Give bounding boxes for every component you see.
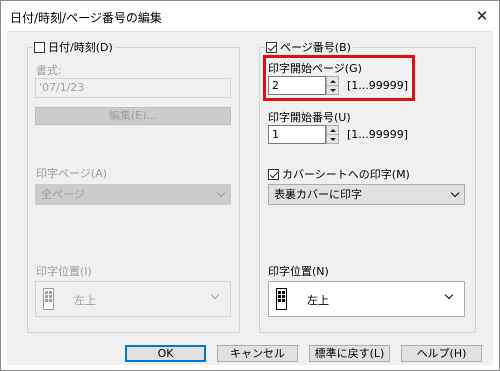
page-position-select[interactable]: 左上 — [268, 281, 465, 317]
ok-button[interactable]: OK — [125, 345, 206, 362]
date-position-label: 印字位置(I) — [36, 265, 92, 278]
chevron-down-icon — [210, 290, 220, 303]
highlight-box — [263, 55, 415, 101]
page-number-checkbox[interactable]: ページ番号(B) — [265, 40, 353, 54]
title-bar: 日付/時刻/ページ番号の編集 ✕ — [1, 1, 499, 31]
cover-checkbox-box[interactable] — [268, 168, 279, 180]
page-position-value: 左上 — [307, 294, 329, 307]
spin-down-icon[interactable] — [327, 135, 338, 143]
cover-select[interactable]: 表裏カバーに印字 — [268, 184, 465, 205]
edit-button: 編集(E)... — [35, 107, 231, 125]
dialog-window: 日付/時刻/ページ番号の編集 ✕ 日付/時刻(D) 書式: '07/1/23 編… — [0, 0, 500, 371]
cover-checkbox[interactable]: カバーシートへの印字(M) — [268, 166, 410, 182]
page-position-icon — [43, 288, 54, 310]
page-number-checkbox-box[interactable] — [266, 41, 277, 53]
page-number-group: ページ番号(B) 印字開始ページ(G) 2 [1...99999] 印字開始番号… — [259, 40, 476, 333]
date-time-checkbox[interactable]: 日付/時刻(D) — [33, 40, 115, 54]
start-number-range: [1...99999] — [347, 128, 409, 141]
page-position-icon — [276, 288, 287, 310]
page-position-label: 印字位置(N) — [268, 265, 329, 278]
date-time-checkbox-label: 日付/時刻(D) — [48, 41, 113, 54]
spin-up-icon[interactable] — [327, 126, 338, 135]
print-pages-value: 全ページ — [41, 188, 85, 201]
cover-checkbox-label: カバーシートへの印字(M) — [282, 168, 410, 181]
page-number-checkbox-label: ページ番号(B) — [280, 41, 351, 54]
chevron-down-icon — [449, 185, 461, 204]
cover-select-value: 表裏カバーに印字 — [274, 188, 362, 201]
print-pages-label: 印字ページ(A) — [36, 167, 107, 180]
help-button[interactable]: ヘルプ(H) — [401, 345, 482, 362]
date-time-checkbox-box[interactable] — [34, 41, 45, 53]
date-time-group: 日付/時刻(D) 書式: '07/1/23 編集(E)... 印字ページ(A) … — [27, 40, 240, 333]
window-title: 日付/時刻/ページ番号の編集 — [10, 11, 162, 25]
date-position-select: 左上 — [35, 281, 231, 317]
chevron-down-icon — [215, 185, 227, 204]
dialog-body: 日付/時刻(D) 書式: '07/1/23 編集(E)... 印字ページ(A) … — [7, 31, 493, 365]
print-pages-select: 全ページ — [35, 184, 231, 205]
restore-default-button[interactable]: 標準に戻す(L) — [309, 345, 390, 362]
start-number-input[interactable]: 1 — [268, 125, 326, 144]
chevron-down-icon — [444, 290, 454, 303]
date-position-value: 左上 — [74, 294, 96, 307]
close-icon[interactable]: ✕ — [471, 6, 493, 26]
start-number-spinner[interactable] — [326, 125, 339, 144]
format-label: 書式: — [36, 64, 62, 77]
start-number-label: 印字開始番号(U) — [268, 111, 351, 124]
cancel-button[interactable]: キャンセル — [217, 345, 298, 362]
format-field: '07/1/23 — [35, 78, 231, 98]
